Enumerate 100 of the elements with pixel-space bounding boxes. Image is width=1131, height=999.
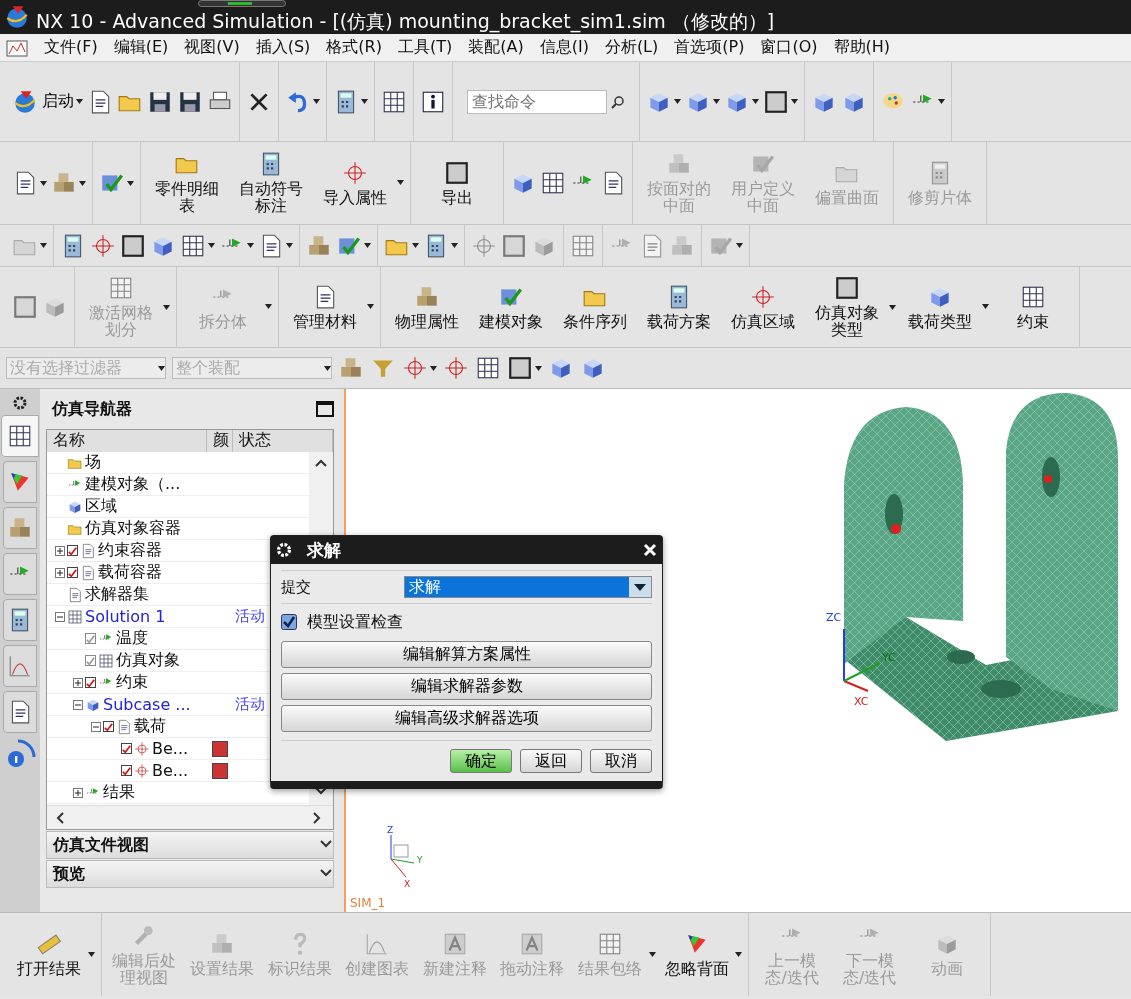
collapsible-section[interactable]: 预览 [46,860,334,888]
toolbar-button[interactable]: 仿真对象类型 [807,273,887,341]
frame-icon[interactable] [834,275,860,302]
tree-item-label[interactable]: 求解器集 [85,584,149,605]
menu-item[interactable]: 窗口(O) [760,37,818,58]
tree-item-label[interactable]: 仿真对象 [116,650,180,671]
launch-button[interactable]: 启动 [12,88,74,115]
toolbar-button[interactable]: 载荷方案 [639,281,719,333]
toolbar-button[interactable]: 载荷类型 [900,281,980,333]
dialog-button[interactable]: 编辑求解器参数 [281,673,652,700]
toolbar-button[interactable]: 条件序列 [555,281,635,333]
tree-item-label[interactable]: 温度 [116,628,148,649]
grid-icon[interactable] [540,170,566,196]
dropdown-caret-icon[interactable] [982,304,989,310]
search-field[interactable]: 查找命令 [467,89,607,114]
menu-item[interactable]: 首选项(P) [674,37,745,58]
menu-item[interactable]: 分析(L) [604,37,659,58]
crosshair-icon[interactable] [342,159,368,186]
menu-item[interactable]: 装配(A) [468,37,524,58]
dropdown-caret-icon[interactable] [127,180,134,186]
navigator-tab[interactable] [1,415,39,457]
settings-icon[interactable] [12,395,28,411]
tree-item-label[interactable]: 仿真对象容器 [85,518,181,539]
search-icon[interactable] [611,94,625,109]
checkbox[interactable] [85,655,96,666]
crosshair-icon[interactable] [443,355,469,381]
collapse-icon[interactable] [73,699,83,710]
dropdown-caret-icon[interactable] [87,952,95,957]
checkbox[interactable] [281,614,297,630]
tree-item-label[interactable]: 载荷 [134,716,166,737]
dropdown-caret-icon[interactable] [791,99,798,104]
tree-item-label[interactable]: Be... [152,739,189,758]
document-icon[interactable] [67,586,83,603]
dropdown-caret-icon[interactable] [40,180,47,186]
column-header[interactable]: 名称 [47,430,207,452]
toolbar-button[interactable]: 仿真区域 [723,281,803,333]
dropdown-caret-icon[interactable] [208,243,215,248]
dropdown-caret-icon[interactable] [752,99,759,104]
checkbox[interactable] [67,545,78,556]
toolbar-button[interactable]: 约束 [993,281,1073,333]
checkbox[interactable] [85,633,96,644]
tree-item-label[interactable]: Solution 1 [85,607,166,626]
tree-item-label[interactable]: 载荷容器 [98,562,162,583]
dropdown-caret-icon[interactable] [938,99,945,104]
dropdown-caret-icon[interactable] [430,365,437,371]
dialog-button[interactable]: 返回 [520,749,582,773]
dropdown-caret-icon[interactable] [674,99,681,104]
dropdown-caret-icon[interactable] [247,243,254,248]
expand-icon[interactable] [55,567,65,578]
dropdown-caret-icon[interactable] [361,99,368,104]
toolbar-button[interactable]: 管理材料 [285,281,365,333]
checkbox[interactable] [67,567,78,578]
tree-item-label[interactable]: 场 [85,452,101,473]
frame-icon[interactable] [763,88,789,115]
column-header[interactable]: 颜 [207,430,233,452]
crosshair-icon[interactable] [402,355,428,381]
menu-item[interactable]: 视图(V) [184,37,240,58]
toolbar-button[interactable]: 忽略背面 [659,929,734,980]
toolbar-button[interactable]: 自动符号标注 [231,149,311,217]
dropdown-caret-icon[interactable] [367,304,374,310]
dropdown-caret-icon[interactable] [889,304,896,310]
menu-item[interactable]: 文件(F) [44,37,98,58]
navigator-tab[interactable] [3,599,37,641]
menu-item[interactable]: 格式(R) [326,37,382,58]
collapse-icon[interactable] [91,721,101,732]
toolbar-button[interactable]: 零件明细表 [147,149,227,217]
tree-item-label[interactable]: 建模对象（... [85,474,181,495]
menu-item[interactable]: 编辑(E) [113,37,169,58]
checkbox[interactable] [121,765,132,776]
dialog-button[interactable]: 取消 [590,749,652,773]
navigator-tab[interactable] [3,691,37,733]
dropdown-caret-icon[interactable] [397,180,404,186]
toolbar-button[interactable]: 导入属性 [315,157,395,209]
dialog-button[interactable]: 编辑解算方案属性 [281,641,652,668]
frame-icon[interactable] [507,355,533,381]
grid-icon[interactable] [475,355,501,381]
dropdown-caret-icon[interactable] [735,952,743,957]
checkbox[interactable] [121,743,132,754]
maximize-icon[interactable] [316,401,334,417]
tree-item-label[interactable]: 约束 [116,672,148,693]
dialog-button[interactable]: 确定 [450,749,512,773]
crosshair-icon[interactable] [750,283,776,310]
dropdown-caret-icon[interactable] [451,243,458,248]
menu-item[interactable]: 帮助(H) [833,37,890,58]
grid-icon[interactable] [7,423,33,449]
globe-icon[interactable] [4,4,30,30]
tree-item-label[interactable]: 约束容器 [98,540,162,561]
dropdown-caret-icon[interactable] [629,577,651,597]
submit-dropdown[interactable]: 求解 [404,576,652,598]
expand-icon[interactable] [73,677,83,688]
dropdown-caret-icon[interactable] [713,99,720,104]
dropdown-caret-icon[interactable] [364,243,371,248]
menu-item[interactable]: 工具(T) [397,37,453,58]
dropdown-caret-icon[interactable] [313,99,320,104]
toolbar-button[interactable]: 建模对象 [471,281,551,333]
tree-item-label[interactable]: Be... [152,761,189,780]
dropdown-caret-icon[interactable] [535,365,542,371]
expand-icon[interactable] [73,787,83,798]
navigator-tab[interactable] [3,461,37,503]
frame-icon[interactable] [444,159,470,186]
